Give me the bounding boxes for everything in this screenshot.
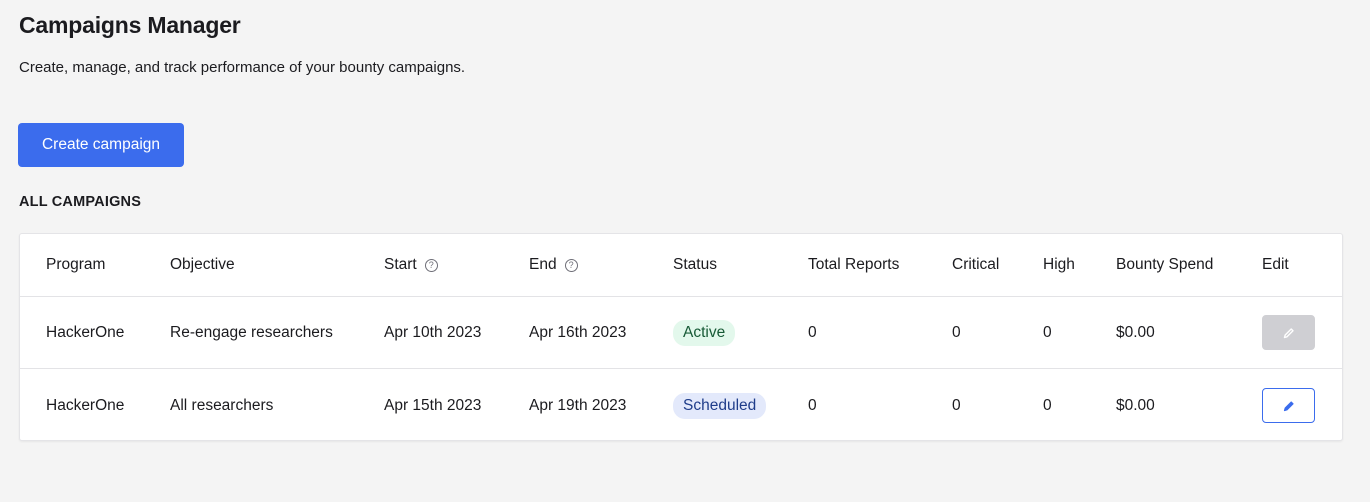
help-circle-icon[interactable]: ? [564,258,578,272]
cell-bounty-spend: $0.00 [1116,396,1155,414]
table-row: HackerOne Re-engage researchers Apr 10th… [20,297,1342,369]
column-header-end-label: End [529,256,557,273]
section-heading: ALL CAMPAIGNS [19,194,142,210]
pencil-icon [1283,327,1294,338]
column-header-high: High [1043,256,1075,273]
cell-objective: All researchers [170,396,274,414]
column-header-status: Status [673,256,717,273]
edit-button[interactable] [1262,388,1315,423]
cell-critical: 0 [952,323,961,341]
cell-program: HackerOne [46,323,125,341]
cell-bounty-spend: $0.00 [1116,323,1155,341]
cell-edit [1262,369,1315,440]
column-header-program: Program [46,256,106,273]
column-header-start: Start ? [384,234,438,296]
cell-end: Apr 19th 2023 [529,396,627,414]
cell-program: HackerOne [46,396,125,414]
cell-status: Scheduled [673,369,767,440]
campaigns-table: Program Objective Start ? End ? Status T… [19,233,1343,441]
column-header-end: End ? [529,234,578,296]
cell-total-reports: 0 [808,396,817,414]
column-header-objective: Objective [170,256,235,273]
cell-objective: Re-engage researchers [170,323,333,341]
help-circle-icon[interactable]: ? [424,258,438,272]
table-header-row: Program Objective Start ? End ? Status T… [20,234,1342,297]
edit-button[interactable] [1262,315,1315,350]
cell-high: 0 [1043,323,1052,341]
pencil-icon [1283,400,1294,411]
cell-status: Active [673,297,736,368]
status-badge: Scheduled [673,392,767,419]
page-title: Campaigns Manager [19,12,241,38]
cell-start: Apr 15th 2023 [384,396,482,414]
cell-critical: 0 [952,396,961,414]
column-header-critical: Critical [952,256,1000,273]
column-header-start-label: Start [384,256,417,273]
column-header-bounty-spend: Bounty Spend [1116,256,1214,273]
page-subtitle: Create, manage, and track performance of… [19,59,466,76]
cell-end: Apr 16th 2023 [529,323,627,341]
column-header-edit: Edit [1262,256,1289,273]
column-header-total-reports: Total Reports [808,256,900,273]
table-row: HackerOne All researchers Apr 15th 2023 … [20,369,1342,440]
status-badge: Active [673,319,736,346]
campaigns-page: Campaigns Manager Create, manage, and tr… [0,0,1370,502]
cell-high: 0 [1043,396,1052,414]
create-campaign-button[interactable]: Create campaign [18,123,184,167]
cell-start: Apr 10th 2023 [384,323,482,341]
cell-edit [1262,297,1315,368]
cell-total-reports: 0 [808,323,817,341]
